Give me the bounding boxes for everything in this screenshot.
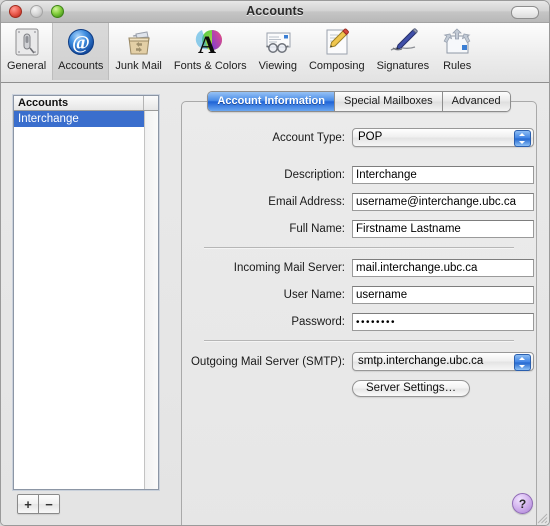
email-address-label: Email Address: bbox=[268, 196, 345, 208]
description-row: Description: bbox=[182, 166, 536, 184]
form-separator-top bbox=[204, 247, 514, 248]
resize-grip-icon[interactable] bbox=[534, 510, 548, 524]
tab-strip: Account Information Special Mailboxes Ad… bbox=[182, 91, 536, 112]
outgoing-mail-server-row: Outgoing Mail Server (SMTP): smtp.interc… bbox=[182, 352, 536, 371]
chevron-updown-icon bbox=[514, 354, 531, 371]
full-name-input[interactable] bbox=[352, 220, 534, 238]
password-input[interactable] bbox=[352, 313, 534, 331]
incoming-mail-server-row: Incoming Mail Server: bbox=[182, 259, 536, 277]
account-tabview: Account Information Special Mailboxes Ad… bbox=[181, 91, 537, 525]
fonts-colors-icon: A bbox=[194, 26, 226, 59]
tab-advanced[interactable]: Advanced bbox=[442, 92, 510, 111]
password-row: Password: bbox=[182, 313, 536, 331]
preferences-toolbar: General @ Accounts Junk Mail A Fonts & C… bbox=[1, 23, 549, 83]
svg-text:@: @ bbox=[72, 33, 90, 54]
toolbar-item-signatures[interactable]: Signatures bbox=[371, 23, 436, 80]
toolbar-item-general[interactable]: General bbox=[1, 23, 52, 80]
full-name-label: Full Name: bbox=[289, 223, 345, 235]
form-separator-bottom bbox=[204, 340, 514, 341]
list-item[interactable]: Interchange bbox=[14, 111, 144, 127]
description-label: Description: bbox=[284, 169, 345, 181]
server-settings-button[interactable]: Server Settings… bbox=[352, 380, 471, 397]
toolbar-item-rules[interactable]: Rules bbox=[435, 23, 479, 80]
toolbar-item-accounts[interactable]: @ Accounts bbox=[52, 23, 110, 80]
toolbar-label-junk-mail: Junk Mail bbox=[115, 60, 162, 72]
full-name-row: Full Name: bbox=[182, 220, 536, 238]
toolbar-label-composing: Composing bbox=[308, 60, 365, 72]
add-account-button[interactable]: + bbox=[18, 495, 39, 513]
window-titlebar: Accounts bbox=[1, 1, 549, 23]
toolbar-toggle-button[interactable] bbox=[511, 6, 539, 19]
chevron-updown-icon bbox=[514, 130, 531, 147]
user-name-input[interactable] bbox=[352, 286, 534, 304]
outgoing-mail-server-value: smtp.interchange.ubc.ca bbox=[358, 355, 484, 367]
account-type-label: Account Type: bbox=[272, 131, 345, 144]
password-label: Password: bbox=[291, 316, 345, 328]
remove-account-button[interactable]: − bbox=[39, 495, 59, 513]
tab-account-information[interactable]: Account Information bbox=[208, 92, 335, 111]
accounts-column-header: Accounts bbox=[14, 96, 144, 110]
signatures-icon bbox=[387, 26, 419, 58]
toolbar-item-fonts-colors[interactable]: A Fonts & Colors bbox=[168, 23, 253, 80]
accounts-list[interactable]: Accounts Interchange bbox=[13, 95, 159, 490]
accounts-list-header: Accounts bbox=[14, 96, 158, 111]
email-address-input[interactable] bbox=[352, 193, 534, 211]
toolbar-label-accounts: Accounts bbox=[58, 60, 104, 72]
toolbar-item-junk-mail[interactable]: Junk Mail bbox=[109, 23, 167, 80]
outgoing-mail-server-popup[interactable]: smtp.interchange.ubc.ca bbox=[352, 352, 534, 371]
composing-icon bbox=[321, 26, 353, 58]
user-name-row: User Name: bbox=[182, 286, 536, 304]
window-title: Accounts bbox=[246, 4, 304, 18]
email-address-row: Email Address: bbox=[182, 193, 536, 211]
incoming-mail-server-input[interactable] bbox=[352, 259, 534, 277]
tab-special-mailboxes[interactable]: Special Mailboxes bbox=[334, 92, 443, 111]
help-button[interactable]: ? bbox=[512, 493, 533, 514]
svg-text:A: A bbox=[198, 32, 216, 58]
accounts-list-scrollbar[interactable] bbox=[144, 111, 158, 489]
toolbar-label-viewing: Viewing bbox=[258, 60, 297, 72]
server-settings-row: Server Settings… bbox=[182, 380, 536, 397]
accounts-preferences-window: Accounts General @ Accounts Junk Mail A … bbox=[0, 0, 550, 526]
account-type-row: Account Type: POP bbox=[182, 128, 536, 147]
toolbar-label-general: General bbox=[7, 60, 47, 72]
general-icon bbox=[11, 26, 43, 58]
rules-icon bbox=[441, 26, 473, 58]
viewing-icon bbox=[262, 26, 294, 58]
preferences-content: Accounts Interchange Account Information… bbox=[1, 83, 549, 525]
toolbar-label-fonts-colors: Fonts & Colors bbox=[173, 60, 247, 72]
accounts-at-icon: @ bbox=[65, 26, 97, 58]
toolbar-label-signatures: Signatures bbox=[376, 60, 430, 72]
toolbar-item-viewing[interactable]: Viewing bbox=[253, 23, 303, 80]
toolbar-item-composing[interactable]: Composing bbox=[303, 23, 371, 80]
account-type-value: POP bbox=[358, 131, 383, 143]
description-input[interactable] bbox=[352, 166, 534, 184]
account-add-remove-group: + − bbox=[17, 494, 60, 514]
user-name-label: User Name: bbox=[283, 289, 345, 301]
accounts-list-body: Interchange bbox=[14, 111, 144, 489]
account-type-popup[interactable]: POP bbox=[352, 128, 534, 147]
incoming-mail-server-label: Incoming Mail Server: bbox=[233, 262, 345, 274]
account-information-form: Account Type: POP Description: Email Add… bbox=[182, 128, 536, 525]
toolbar-label-rules: Rules bbox=[443, 60, 472, 72]
outgoing-mail-server-label: Outgoing Mail Server (SMTP): bbox=[190, 355, 345, 368]
junk-mail-icon bbox=[123, 26, 155, 58]
